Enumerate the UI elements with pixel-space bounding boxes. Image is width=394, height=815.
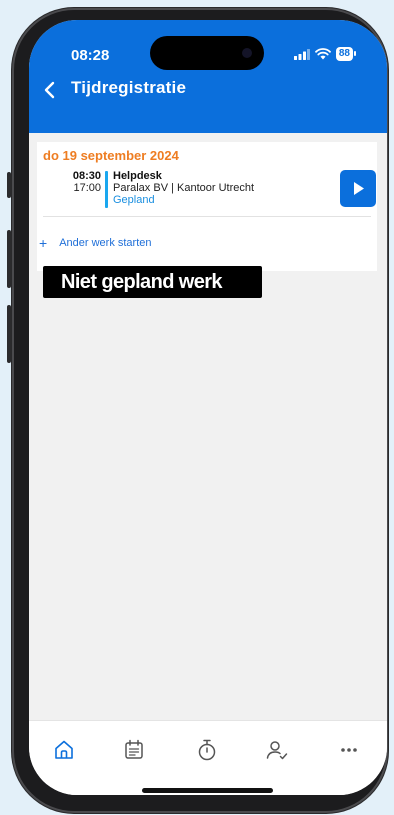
back-button[interactable] [41,78,63,102]
entry-start-time: 08:30 [72,170,101,182]
app-screen: 08:28 88 Tijdregistratie do 19 september [29,20,387,795]
start-other-work-link[interactable]: + Ander werk starten [39,234,152,251]
app-header: 08:28 88 Tijdregistratie [29,20,387,133]
entry-status: Gepland [113,194,155,206]
entry-times: 08:30 17:00 [43,170,101,194]
tab-timer[interactable] [194,737,220,763]
entry-accent-bar [105,171,108,208]
chevron-left-icon [44,81,55,99]
time-entry-row[interactable]: 08:30 17:00 Helpdesk Paralax BV | Kantoo… [43,170,376,210]
tab-approvals[interactable] [264,737,290,763]
entry-client: Paralax BV | Kantoor Utrecht [113,182,255,194]
calendar-list-icon [125,739,143,759]
home-indicator [142,788,273,793]
battery-indicator: 88 [335,47,357,61]
play-icon [354,182,364,195]
tab-home[interactable] [51,737,77,763]
page-title: Tijdregistratie [71,78,187,97]
status-icons: 88 [293,47,357,61]
day-card: do 19 september 2024 08:30 17:00 Helpdes… [37,142,377,271]
tab-bar [29,720,387,795]
home-icon [55,740,73,759]
plus-icon: + [39,234,48,251]
side-button-volume-up [7,230,11,288]
entry-task: Helpdesk [113,170,162,182]
side-button-volume-down [7,305,11,363]
status-time: 08:28 [71,47,110,64]
entry-end-time: 17:00 [73,182,101,194]
dynamic-island [150,36,264,70]
day-date: do 19 september 2024 [43,148,179,163]
signal-icon [293,48,310,60]
entry-info: Helpdesk Paralax BV | Kantoor Utrecht Ge… [113,170,254,206]
more-icon [341,748,357,752]
tab-schedule[interactable] [121,737,147,763]
wifi-icon [314,48,331,60]
start-timer-button[interactable] [340,170,376,207]
user-check-icon [266,741,288,760]
camera-icon [242,48,252,58]
side-button-silent [7,172,11,198]
stopwatch-icon [198,739,216,761]
caption-label: Niet gepland werk [43,266,262,298]
tab-more[interactable] [336,737,362,763]
start-other-work-label: Ander werk starten [59,237,152,249]
divider [43,216,371,217]
